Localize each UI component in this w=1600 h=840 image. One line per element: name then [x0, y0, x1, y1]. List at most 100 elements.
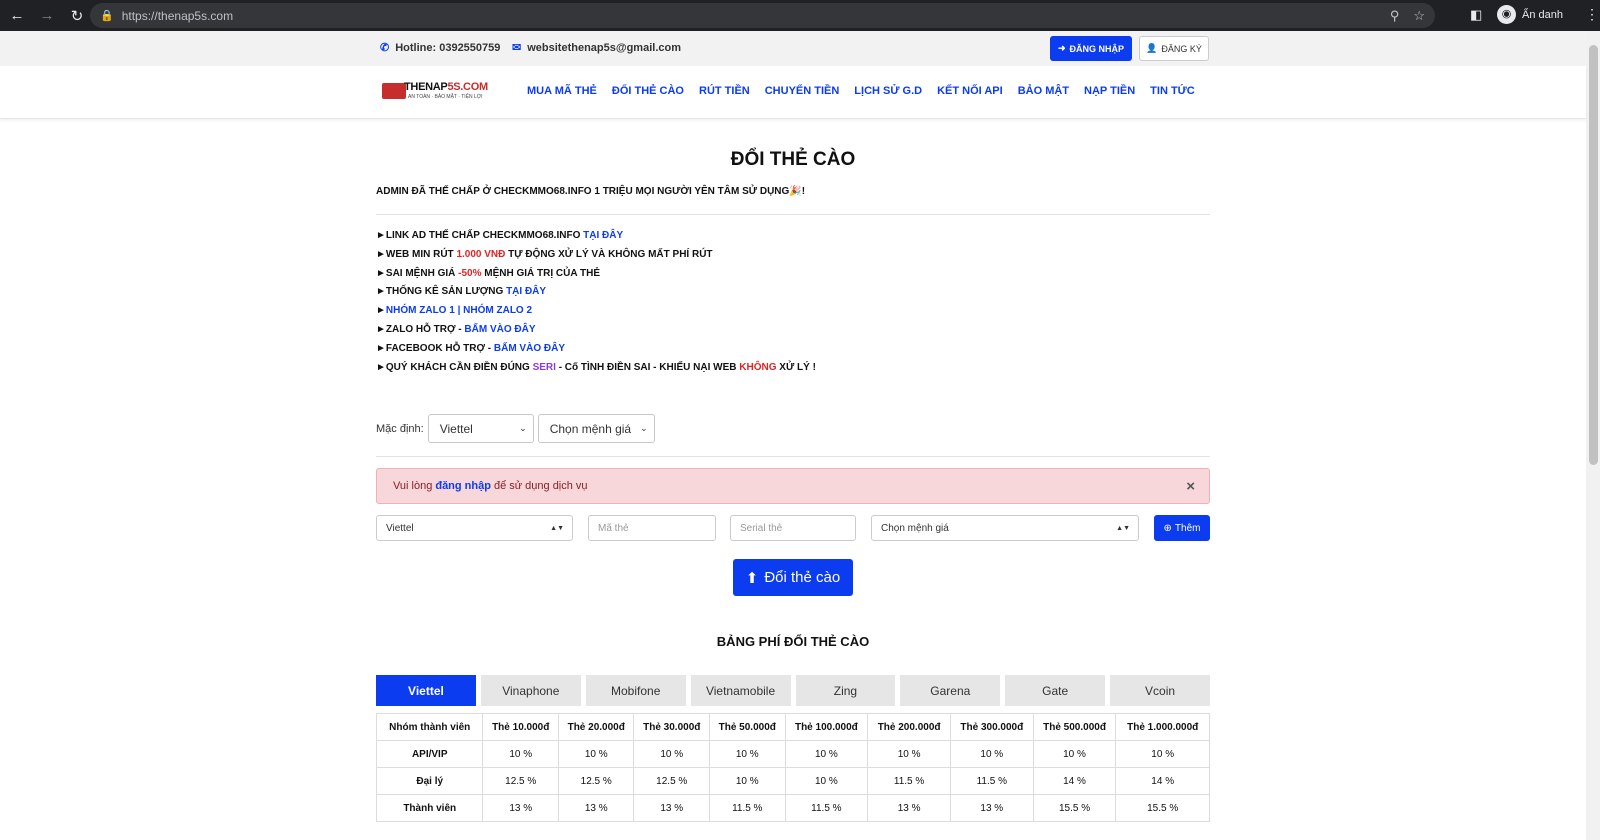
- min-withdraw-amount: 1.000 VNĐ: [456, 248, 506, 260]
- info-text: ►WEB MIN RÚT: [376, 248, 457, 260]
- add-card-button[interactable]: ⊕ Thêm: [1154, 515, 1210, 541]
- default-amount-select[interactable]: Chọn mệnh giá ⌄: [537, 414, 655, 443]
- login-label: ĐĂNG NHẬP: [1069, 43, 1125, 54]
- column-header: Thẻ 30.000đ: [633, 713, 710, 741]
- telco-tabs: Viettel Vinaphone Mobifone Vietnamobile Zing…: [376, 675, 1210, 706]
- alert-login-link[interactable]: đăng nhập: [435, 480, 491, 492]
- logo-text-a: THENAP: [404, 81, 448, 93]
- nav-item-rut-tien[interactable]: RÚT TIỀN: [699, 85, 750, 97]
- fee-cell: 13 %: [867, 794, 951, 822]
- tab-vcoin[interactable]: Vcoin: [1110, 675, 1210, 706]
- address-bar[interactable]: 🔒 https://thenap5s.com ⚲ ☆: [90, 3, 1435, 28]
- submit-label: Đổi thẻ cào: [764, 569, 841, 586]
- kebab-menu-icon[interactable]: ⋮: [1585, 6, 1599, 23]
- facebook-support-link[interactable]: BẤM VÀO ĐÂY: [494, 343, 565, 354]
- reload-icon[interactable]: ↻: [64, 7, 90, 25]
- scrollbar-thumb[interactable]: [1589, 45, 1598, 465]
- tab-vinaphone[interactable]: Vinaphone: [480, 675, 581, 706]
- fee-cell: 15.5 %: [1115, 794, 1210, 822]
- info-lines: ►LINK AD THẾ CHẤP CHECKMMO68.INFO TẠI ĐÂ…: [376, 227, 816, 377]
- column-header: Thẻ 20.000đ: [557, 713, 635, 741]
- forward-icon[interactable]: →: [34, 7, 60, 24]
- fee-cell: 11.5 %: [949, 767, 1034, 795]
- site-logo[interactable]: THENAP5S.COM AN TOÀN · BẢO MẬT · TIỆN LỢ…: [382, 80, 490, 102]
- nav-item-ket-noi-api[interactable]: KẾT NỐI API: [937, 85, 1003, 97]
- column-header: Thẻ 50.000đ: [709, 713, 786, 741]
- plus-circle-icon: ⊕: [1163, 522, 1172, 534]
- nav-item-bao-mat[interactable]: BẢO MẬT: [1018, 85, 1069, 97]
- login-button[interactable]: ➜ ĐĂNG NHẬP: [1050, 36, 1132, 61]
- logo-text-b: 5S.COM: [447, 81, 488, 93]
- phone-icon: ✆: [380, 42, 390, 54]
- info-text: ►QUÝ KHÁCH CẦN ĐIỀN ĐÚNG: [376, 361, 533, 373]
- fee-cell: 10 %: [1032, 740, 1117, 768]
- tab-mobifone[interactable]: Mobifone: [585, 675, 686, 706]
- zalo-group-1-link[interactable]: NHÓM ZALO 1: [386, 305, 455, 316]
- tab-viettel[interactable]: Viettel: [376, 675, 476, 706]
- fee-cell: 12.5 %: [557, 767, 635, 795]
- nav-menu: MUA MÃ THẺ ĐỔI THẺ CÀO RÚT TIỀN CHUYỂN T…: [527, 85, 1195, 97]
- info-text: MỆNH GIÁ TRỊ CỦA THẺ: [481, 267, 600, 279]
- nav-item-tin-tuc[interactable]: TIN TỨC: [1150, 85, 1195, 97]
- stats-link[interactable]: TẠI ĐÂY: [506, 286, 546, 297]
- bookmark-star-icon[interactable]: ☆: [1413, 8, 1425, 24]
- user-plus-icon: 👤: [1146, 43, 1158, 53]
- register-label: ĐĂNG KÝ: [1161, 43, 1202, 54]
- deposit-link[interactable]: TẠI ĐÂY: [583, 230, 623, 241]
- login-alert: Vui lòng đăng nhập để sử dụng dịch vụ ×: [376, 468, 1210, 504]
- incognito-profile[interactable]: ◉ Ẩn danh ⋮: [1497, 5, 1599, 24]
- card-code-input[interactable]: Mã thẻ: [588, 515, 716, 541]
- page-title: ĐỔI THẺ CÀO: [730, 149, 856, 170]
- nav-item-doi-the-cao[interactable]: ĐỔI THẺ CÀO: [612, 85, 684, 97]
- fee-cell: 10 %: [784, 740, 869, 768]
- fee-table-header: Nhóm thành viên Thẻ 10.000đ Thẻ 20.000đ Thẻ…: [375, 713, 1210, 741]
- register-button[interactable]: 👤 ĐĂNG KÝ: [1139, 36, 1209, 61]
- close-icon[interactable]: ×: [1186, 478, 1195, 495]
- side-panel-icon[interactable]: ◧: [1470, 7, 1482, 23]
- info-text: TỰ ĐỘNG XỬ LÝ VÀ KHÔNG MẤT PHÍ RÚT: [505, 248, 713, 260]
- tab-garena[interactable]: Garena: [900, 675, 1001, 706]
- fee-cell: 10 %: [867, 740, 951, 768]
- nav-item-mua-ma-the[interactable]: MUA MÃ THẺ: [527, 85, 597, 97]
- exchange-card-button[interactable]: ⬆ Đổi thẻ cào: [733, 559, 853, 596]
- amount-select[interactable]: Chọn mệnh giá ▲▼: [871, 515, 1139, 541]
- fee-cell: 10 %: [557, 740, 635, 768]
- nav-item-lich-su[interactable]: LỊCH SỬ G.D: [854, 85, 922, 97]
- table-row: Đại lý 12.5 % 12.5 % 12.5 % 10 % 10 % 11.5 % 11…: [375, 767, 1210, 795]
- info-line: ►NHÓM ZALO 1 | NHÓM ZALO 2: [376, 302, 816, 321]
- penalty-percent: -50%: [458, 267, 482, 279]
- zalo-support-link[interactable]: BẤM VÀO ĐÂY: [464, 324, 535, 335]
- column-header: Thẻ 200.000đ: [867, 713, 951, 741]
- back-icon[interactable]: ←: [4, 7, 30, 24]
- fee-cell: 10 %: [709, 767, 786, 795]
- profile-label: Ẩn danh: [1522, 8, 1563, 21]
- info-line: ►ZALO HỖ TRỢ - BẤM VÀO ĐÂY: [376, 321, 816, 340]
- default-telco-select[interactable]: Viettel ⌄: [427, 414, 534, 443]
- tab-vietnamobile[interactable]: Vietnamobile: [690, 675, 791, 706]
- fee-cell: 13 %: [949, 794, 1034, 822]
- chevron-down-icon: ⌄: [640, 423, 648, 433]
- fee-cell: 14 %: [1115, 767, 1210, 795]
- amount-value: Chọn mệnh giá: [881, 522, 949, 534]
- default-selection-row: Mặc định: Viettel ⌄ Chọn mệnh giá ⌄: [376, 414, 655, 443]
- hotline: ✆ Hotline: 0392550759: [380, 41, 500, 55]
- zoom-icon[interactable]: ⚲: [1390, 8, 1400, 24]
- serial-input[interactable]: Serial thẻ: [730, 515, 856, 541]
- page-scrollbar[interactable]: [1586, 31, 1600, 840]
- divider: [376, 214, 1210, 215]
- info-text: ►FACEBOOK HỖ TRỢ -: [376, 342, 494, 354]
- fee-cell: 11.5 %: [784, 794, 869, 822]
- tab-gate[interactable]: Gate: [1005, 675, 1106, 706]
- top-info-bar: ✆ Hotline: 0392550759 ✉ websitethenap5s@…: [0, 31, 1586, 66]
- zalo-group-2-link[interactable]: NHÓM ZALO 2: [463, 305, 532, 316]
- divider: [376, 456, 1210, 457]
- telco-select[interactable]: Viettel ▲▼: [376, 515, 573, 541]
- nav-item-chuyen-tien[interactable]: CHUYỂN TIỀN: [765, 85, 840, 97]
- separator: |: [454, 305, 464, 317]
- sort-arrows-icon: ▲▼: [1116, 524, 1130, 532]
- info-line: ►FACEBOOK HỖ TRỢ - BẤM VÀO ĐÂY: [376, 340, 816, 359]
- tab-zing[interactable]: Zing: [795, 675, 896, 706]
- card-form-row: Viettel ▲▼ Mã thẻ Serial thẻ Chọn mệnh g…: [376, 515, 1210, 541]
- nav-item-nap-tien[interactable]: NẠP TIỀN: [1084, 85, 1135, 97]
- fee-cell: 10 %: [1115, 740, 1210, 768]
